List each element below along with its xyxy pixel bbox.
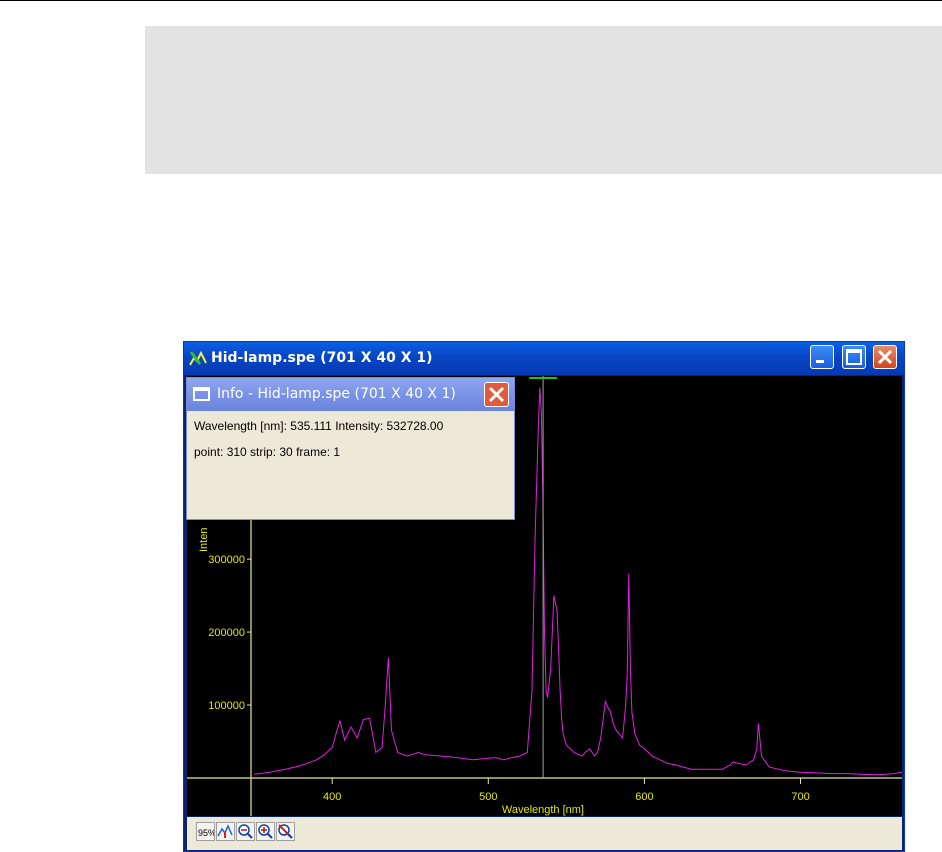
x-tick-label: 700 [791, 791, 809, 803]
zoom-out-icon [238, 824, 253, 839]
x-axis-label: Wavelength [nm] [502, 804, 584, 816]
info-close-button[interactable] [484, 382, 509, 407]
spectrum-app-icon [189, 350, 207, 366]
y-axis-label: Inten [198, 528, 210, 552]
x-tick-label: 400 [323, 791, 341, 803]
maximize-button[interactable] [842, 345, 866, 369]
top-rule [0, 0, 942, 1]
close-icon [488, 386, 505, 403]
info-point-strip-frame: point: 310 strip: 30 frame: 1 [194, 445, 341, 459]
maximize-icon [846, 349, 862, 365]
close-icon [877, 349, 893, 365]
peak-marker-icon [217, 824, 233, 838]
zoom-in-button[interactable] [256, 822, 275, 841]
window-title: Hid-lamp.spe (701 X 40 X 1) [211, 350, 433, 366]
zoom-reset-icon [278, 824, 293, 839]
y-tick-label: 300000 [208, 554, 245, 566]
x-tick-label: 500 [479, 791, 497, 803]
svg-text:95%: 95% [198, 828, 214, 838]
window-titlebar[interactable]: Hid-lamp.spe (701 X 40 X 1) [184, 342, 904, 375]
info-panel: Info - Hid-lamp.spe (701 X 40 X 1) Wavel… [186, 377, 515, 520]
info-titlebar[interactable]: Info - Hid-lamp.spe (701 X 40 X 1) [187, 378, 514, 411]
zoom-in-icon [258, 824, 273, 839]
minimize-button[interactable] [810, 345, 834, 369]
minimize-icon [816, 360, 824, 363]
info-title: Info - Hid-lamp.spe (701 X 40 X 1) [217, 386, 456, 402]
y-tick-label: 200000 [208, 627, 245, 639]
window-icon [193, 387, 210, 401]
info-wavelength-intensity: Wavelength [nm]: 535.111 Intensity: 5327… [194, 419, 444, 433]
zoom-reset-button[interactable] [276, 822, 295, 841]
plot-toolbar: 95% [187, 817, 902, 850]
x-tick-label: 600 [635, 791, 653, 803]
scale-percent-button[interactable]: 95% [196, 822, 216, 841]
peak-marker-button[interactable] [216, 822, 235, 841]
close-button[interactable] [873, 345, 897, 369]
header-band [145, 26, 942, 174]
zoom-out-button[interactable] [236, 822, 255, 841]
y-tick-label: 100000 [208, 700, 245, 712]
scale-percent-icon: 95% [198, 828, 216, 838]
